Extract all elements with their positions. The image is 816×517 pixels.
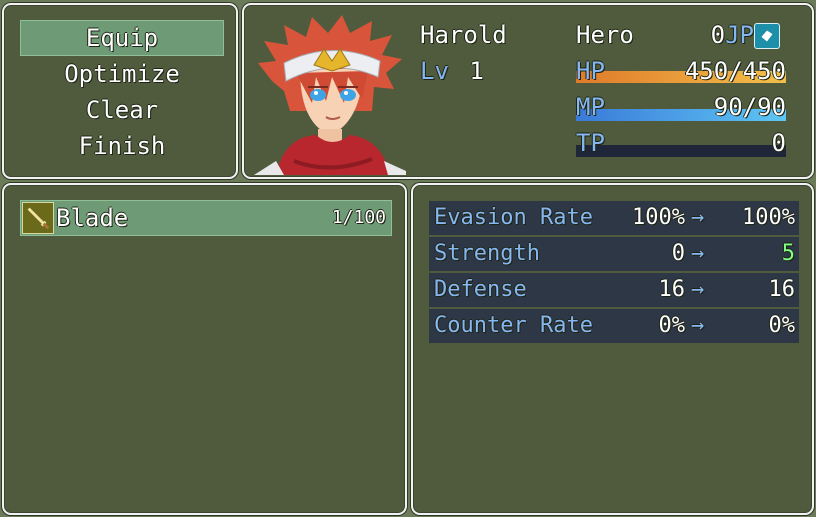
arrow-icon: → [691, 241, 705, 266]
actor-portrait [254, 15, 406, 175]
param-row: Evasion Rate 100% → 100% [429, 201, 799, 235]
param-compare-window: Evasion Rate 100% → 100% Strength 0 → 5 … [411, 183, 814, 515]
jp-display: 0JP [674, 21, 754, 49]
command-equip[interactable]: Equip [20, 20, 224, 56]
mp-label: MP [576, 93, 605, 121]
command-window: Equip Optimize Clear Finish [2, 3, 238, 179]
param-current: 100% [632, 205, 685, 230]
arrow-icon: → [691, 205, 705, 230]
param-name: Strength [434, 241, 540, 266]
param-new: 100% [742, 205, 795, 230]
tp-value: 0 [771, 129, 786, 157]
param-current: 0% [658, 313, 686, 338]
param-new: 16 [768, 277, 796, 302]
status-window: Harold Lv 1 Hero 0JP HP 450/450 MP 90/90… [242, 3, 814, 179]
sword-icon [22, 202, 54, 234]
item-count: 1/100 [331, 207, 386, 228]
arrow-icon: → [691, 313, 705, 338]
mp-value: 90/90 [713, 93, 786, 121]
param-new: 0% [768, 313, 796, 338]
jp-icon [754, 23, 780, 49]
param-row: Counter Rate 0% → 0% [429, 309, 799, 343]
hp-label: HP [576, 57, 605, 85]
list-item[interactable]: Blade 1/100 [20, 200, 392, 236]
level-label: Lv [420, 57, 449, 85]
command-optimize[interactable]: Optimize [20, 56, 224, 92]
item-list-window: Blade 1/100 [2, 183, 407, 515]
param-row: Strength 0 → 5 [429, 237, 799, 271]
param-name: Counter Rate [434, 313, 593, 338]
level-value: 1 [469, 57, 484, 85]
item-name: Blade [56, 204, 129, 232]
param-row: Defense 16 → 16 [429, 273, 799, 307]
tp-label: TP [576, 129, 605, 157]
param-name: Evasion Rate [434, 205, 593, 230]
param-current: 16 [658, 277, 686, 302]
actor-level: Lv 1 [420, 57, 484, 85]
jp-value: 0 [710, 21, 726, 49]
param-name: Defense [434, 277, 527, 302]
actor-name: Harold [420, 21, 507, 49]
param-new: 5 [781, 241, 795, 266]
command-clear[interactable]: Clear [20, 92, 224, 128]
actor-class: Hero [576, 21, 634, 49]
jp-label: JP [725, 21, 754, 49]
hp-value: 450/450 [684, 57, 786, 85]
param-current: 0 [671, 241, 685, 266]
arrow-icon: → [691, 277, 705, 302]
command-finish[interactable]: Finish [20, 128, 224, 164]
